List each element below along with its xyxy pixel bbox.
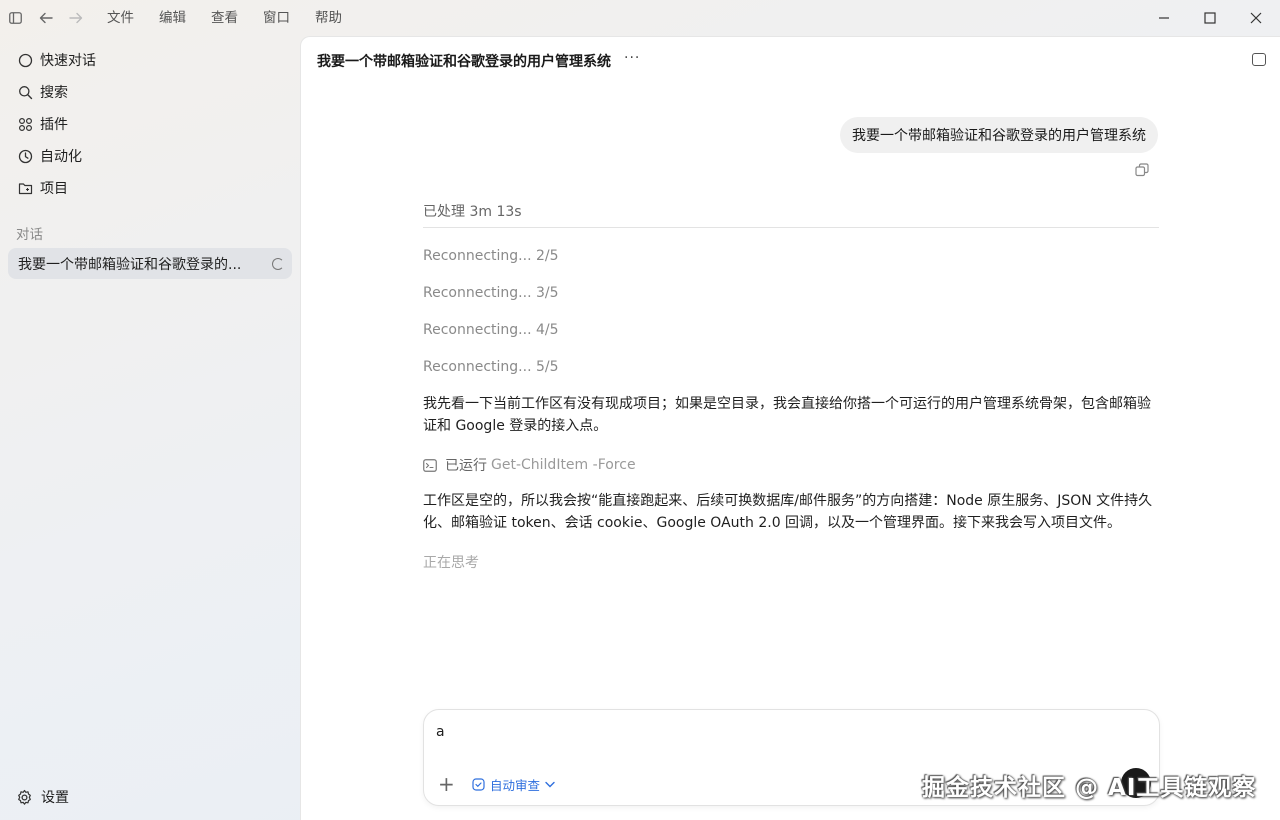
- processed-duration[interactable]: 已处理 3m 13s: [423, 201, 522, 221]
- menu-help[interactable]: 帮助: [315, 0, 342, 36]
- back-arrow-icon[interactable]: [36, 0, 56, 36]
- review-mode-dropdown[interactable]: 自动审查: [472, 775, 555, 794]
- reconnecting-status: Reconnecting... 5/5: [423, 359, 559, 375]
- clock-icon: [17, 148, 33, 164]
- auto-review-icon: [472, 778, 485, 791]
- section-label-conversations: 对话: [16, 227, 43, 243]
- gear-icon: [16, 789, 33, 806]
- close-icon: [1250, 12, 1262, 24]
- forward-arrow-icon[interactable]: [66, 0, 86, 36]
- tool-run-command: Get-ChildItem -Force: [491, 457, 636, 473]
- thinking-status: 正在思考: [423, 555, 479, 571]
- maximize-icon: [1204, 12, 1216, 24]
- main-panel: 我要一个带邮箱验证和谷歌登录的用户管理系统 ··· 我要一个带邮箱验证和谷歌登录…: [300, 36, 1280, 820]
- tool-run-row[interactable]: 已运行 Get-ChildItem -Force: [423, 455, 636, 475]
- settings-button[interactable]: 设置: [16, 786, 69, 808]
- search-icon: [17, 84, 33, 100]
- chat-bubble-icon: [17, 52, 33, 68]
- minimize-icon: [1159, 17, 1169, 19]
- maximize-button[interactable]: [1187, 0, 1233, 36]
- sidebar-item-label: 项目: [40, 181, 68, 197]
- sidebar-item-quick-chat[interactable]: 快速对话: [8, 45, 292, 75]
- side-panel-toggle-icon[interactable]: [1252, 53, 1266, 66]
- sidebar-item-label: 插件: [40, 117, 68, 133]
- reconnecting-status: Reconnecting... 4/5: [423, 322, 559, 338]
- minimize-button[interactable]: [1141, 0, 1187, 36]
- copy-icon[interactable]: [1135, 163, 1149, 177]
- sidebar: 快速对话 搜索 插件 自动化 项目 对话 我要一个带邮箱验证和谷歌登录的... …: [0, 36, 300, 820]
- message-input[interactable]: a: [436, 724, 445, 740]
- assistant-paragraph: 我先看一下当前工作区有没有现成项目；如果是空目录，我会直接给你搭一个可运行的用户…: [423, 396, 1151, 434]
- divider: [423, 227, 1159, 228]
- title-bar: 文件 编辑 查看 窗口 帮助: [0, 0, 1280, 36]
- conversation-title: 我要一个带邮箱验证和谷歌登录的...: [18, 256, 242, 273]
- sidebar-item-label: 自动化: [40, 149, 82, 165]
- plugins-grid-icon: [17, 116, 33, 132]
- watermark: 掘金技术社区 @ AI工具链观察: [922, 775, 1257, 801]
- add-attachment-button[interactable]: +: [438, 774, 455, 794]
- user-message-text: 我要一个带邮箱验证和谷歌登录的用户管理系统: [852, 128, 1146, 144]
- conversation-item-active[interactable]: 我要一个带邮箱验证和谷歌登录的...: [8, 248, 292, 279]
- reconnecting-status: Reconnecting... 3/5: [423, 285, 559, 301]
- close-button[interactable]: [1233, 0, 1279, 36]
- user-message-bubble: 我要一个带邮箱验证和谷歌登录的用户管理系统: [840, 117, 1158, 153]
- sidebar-item-label: 搜索: [40, 85, 68, 101]
- loading-spinner-icon: [272, 258, 284, 270]
- review-mode-label: 自动审查: [490, 778, 541, 793]
- sidebar-item-projects[interactable]: 项目: [8, 173, 292, 203]
- page-title: 我要一个带邮箱验证和谷歌登录的用户管理系统: [317, 54, 611, 70]
- chevron-down-icon: [545, 781, 555, 788]
- settings-label: 设置: [41, 790, 69, 806]
- menu-view[interactable]: 查看: [211, 0, 238, 36]
- tool-run-label: 已运行: [445, 458, 487, 474]
- sidebar-item-label: 快速对话: [40, 53, 96, 69]
- more-options-button[interactable]: ···: [624, 50, 640, 66]
- sidebar-item-automation[interactable]: 自动化: [8, 141, 292, 171]
- menu-window[interactable]: 窗口: [263, 0, 290, 36]
- reconnecting-status: Reconnecting... 2/5: [423, 248, 559, 264]
- folder-plus-icon: [17, 180, 33, 196]
- sidebar-item-search[interactable]: 搜索: [8, 77, 292, 107]
- terminal-icon: [423, 458, 437, 472]
- menu-edit[interactable]: 编辑: [159, 0, 186, 36]
- sidebar-item-plugins[interactable]: 插件: [8, 109, 292, 139]
- assistant-paragraph: 工作区是空的，所以我会按“能直接跑起来、后续可换数据库/邮件服务”的方向搭建：N…: [423, 493, 1153, 531]
- menu-file[interactable]: 文件: [107, 0, 134, 36]
- sidebar-toggle-icon[interactable]: [6, 0, 24, 36]
